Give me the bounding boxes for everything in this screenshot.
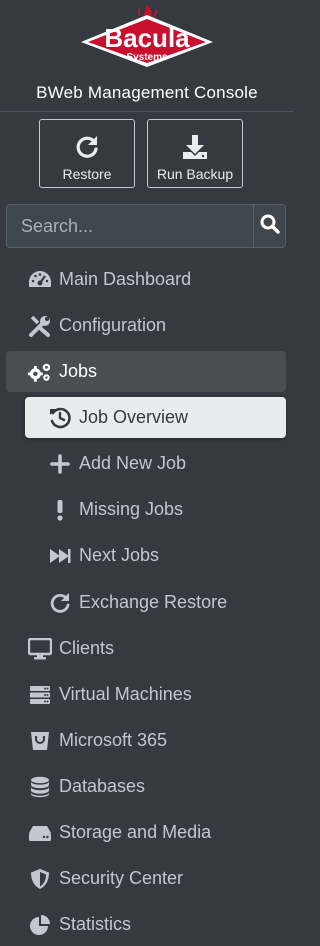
sidebar-item-databases[interactable]: Databases: [6, 766, 286, 807]
restore-icon: [74, 134, 100, 165]
restore-button[interactable]: Restore: [39, 119, 135, 188]
sidebar-item-label: Databases: [59, 776, 146, 796]
run-backup-button[interactable]: Run Backup: [147, 119, 243, 188]
sidebar-item-label: Storage and Media: [59, 822, 212, 842]
sidebar-item-statistics[interactable]: Statistics: [6, 904, 286, 945]
search-bar: [6, 204, 286, 248]
search-button[interactable]: [253, 205, 285, 247]
plus-icon: [48, 452, 72, 476]
sidebar-item-label: Add New Job: [79, 453, 187, 473]
pie-chart-icon: [28, 913, 52, 937]
sidebar-item-label: Configuration: [59, 315, 167, 335]
sidebar-item-label: Next Jobs: [79, 545, 160, 565]
sidebar-item-label: Job Overview: [79, 407, 189, 427]
restore-label: Restore: [62, 166, 112, 182]
sidebar-item-label: Virtual Machines: [59, 684, 192, 704]
console-title: BWeb Management Console: [36, 83, 258, 102]
tools-icon: [28, 314, 52, 338]
redo-icon: [48, 591, 72, 615]
sidebar-subitem-job-overview[interactable]: Job Overview: [25, 397, 286, 438]
sidebar-item-label: Jobs: [59, 361, 98, 381]
sidebar-item-main-dashboard[interactable]: Main Dashboard: [6, 259, 286, 300]
sidebar-item-jobs[interactable]: Jobs: [6, 351, 286, 392]
sidebar-item-label: Security Center: [59, 868, 184, 888]
sidebar-item-microsoft-365[interactable]: Microsoft 365: [6, 720, 286, 761]
bacula-logo[interactable]: Bacula Systems: [78, 2, 216, 68]
gears-icon: [28, 360, 52, 384]
search-icon: [260, 214, 280, 239]
shield-icon: [28, 867, 52, 891]
sidebar-item-storage-and-media[interactable]: Storage and Media: [6, 812, 286, 853]
history-icon: [48, 406, 72, 430]
quick-actions: Restore Run Backup: [0, 119, 294, 190]
run-backup-label: Run Backup: [156, 166, 234, 182]
bucket-icon: [28, 729, 52, 753]
exclamation-icon: [48, 498, 72, 522]
fast-forward-icon: [48, 544, 72, 568]
server-icon: [28, 683, 52, 707]
sidebar-subitem-next-jobs[interactable]: Next Jobs: [25, 535, 286, 576]
sidebar-subitem-missing-jobs[interactable]: Missing Jobs: [25, 489, 286, 530]
sidebar-item-clients[interactable]: Clients: [6, 628, 286, 669]
desktop-icon: [28, 637, 52, 661]
sidebar-item-label: Main Dashboard: [59, 269, 192, 289]
sidebar-item-label: Clients: [59, 638, 115, 658]
brand-header: Bacula Systems BWeb Management Console: [0, 0, 294, 112]
hard-drive-icon: [28, 821, 52, 845]
search-input[interactable]: [7, 205, 253, 247]
download-icon: [182, 134, 208, 165]
database-icon: [28, 775, 52, 799]
sidebar-subitem-add-new-job[interactable]: Add New Job: [25, 443, 286, 484]
sidebar-item-label: Exchange Restore: [79, 592, 228, 612]
sidebar-item-configuration[interactable]: Configuration: [6, 305, 286, 346]
sidebar-item-security-center[interactable]: Security Center: [6, 858, 286, 899]
sidebar-item-virtual-machines[interactable]: Virtual Machines: [6, 674, 286, 715]
dashboard-gauge-icon: [28, 268, 52, 292]
sidebar-item-label: Microsoft 365: [59, 730, 168, 750]
sidebar-subitem-exchange-restore[interactable]: Exchange Restore: [25, 582, 286, 623]
svg-text:Bacula: Bacula: [104, 23, 190, 53]
sidebar-item-label: Statistics: [59, 914, 132, 934]
svg-text:Systems: Systems: [126, 52, 168, 63]
sidebar-item-label: Missing Jobs: [79, 499, 184, 519]
